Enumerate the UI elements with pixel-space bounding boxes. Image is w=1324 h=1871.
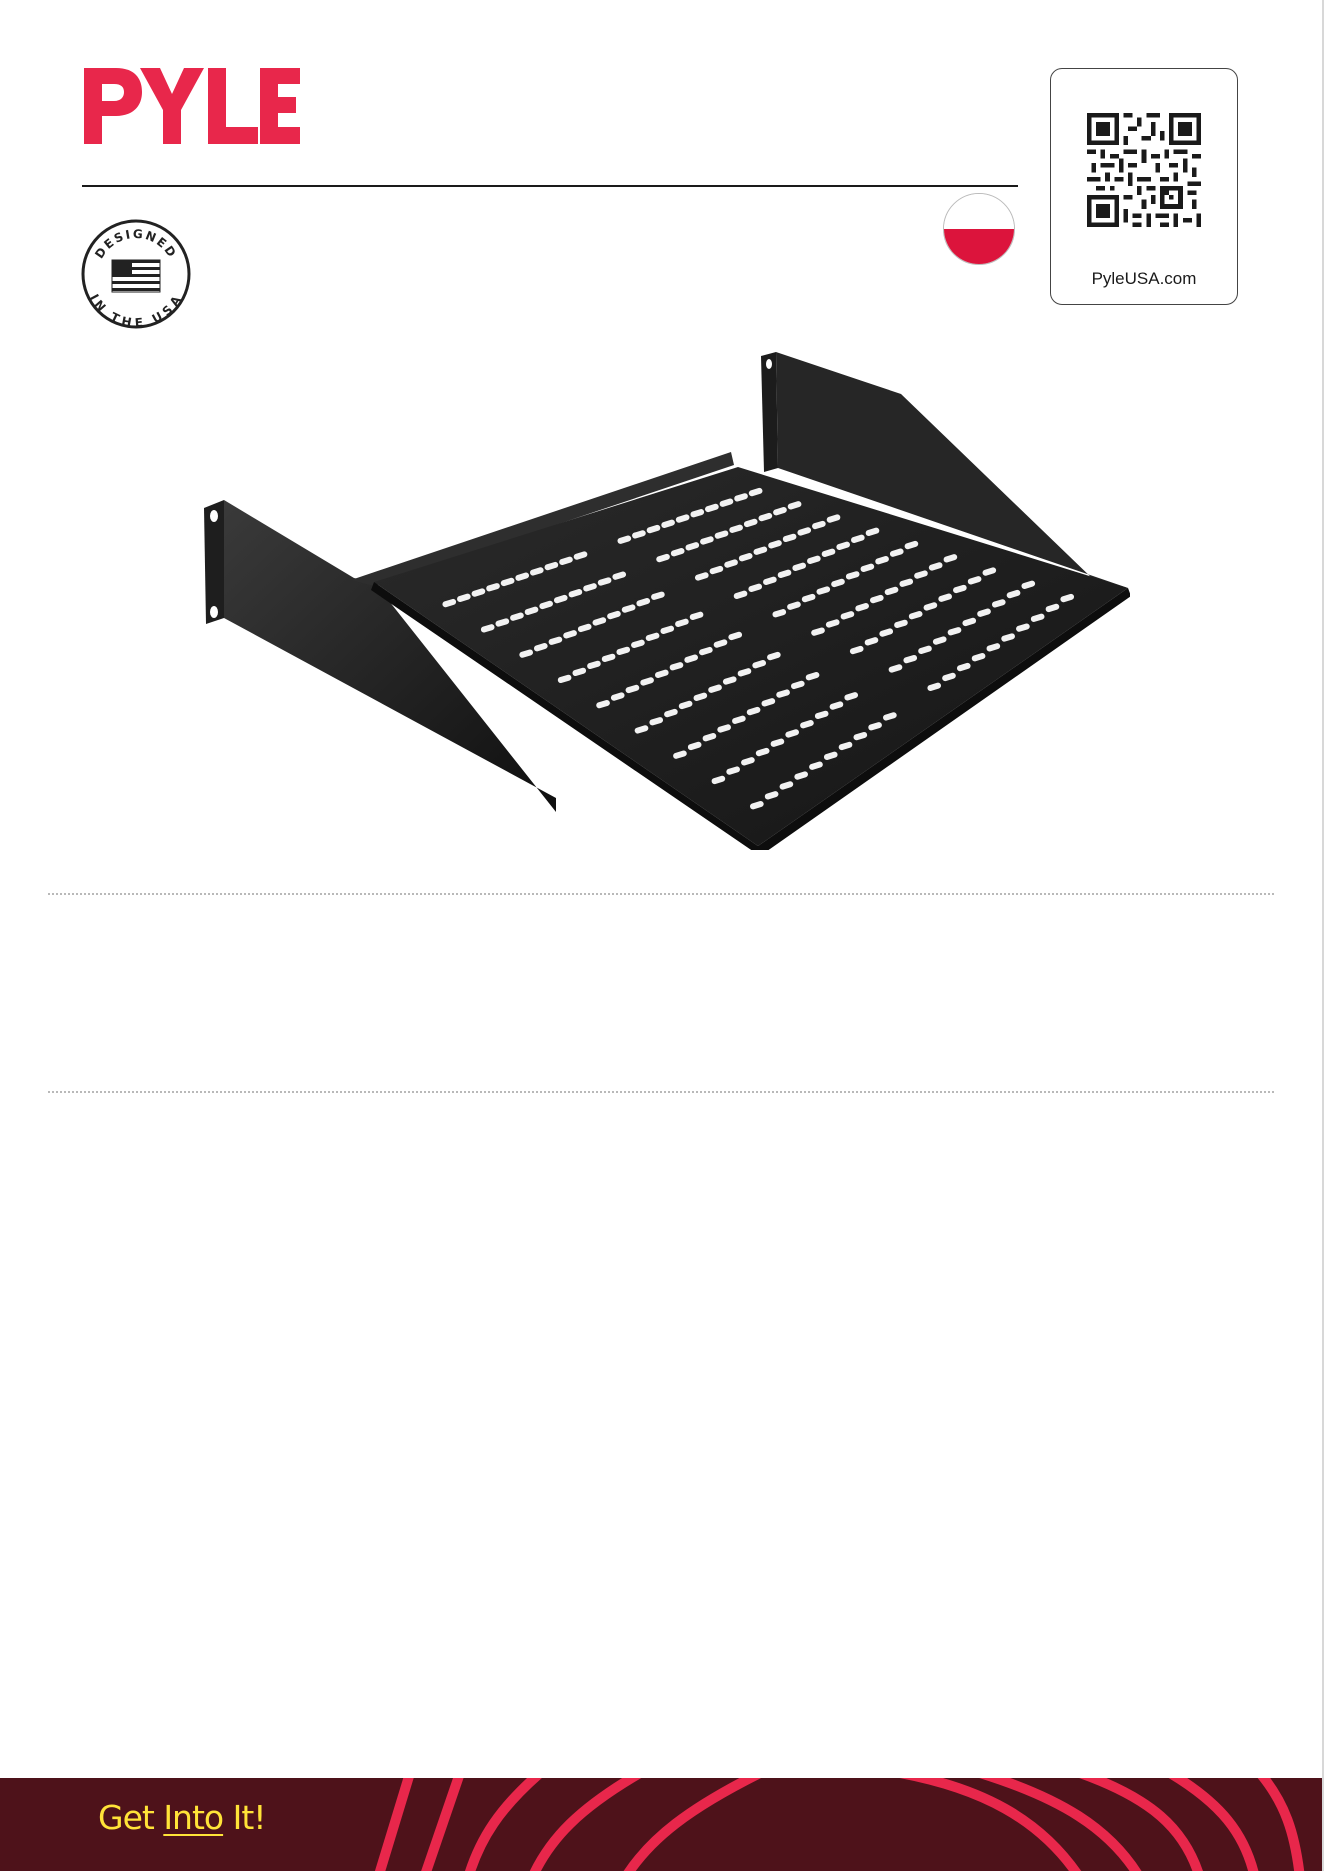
website-url[interactable]: PyleUSA.com [1051,269,1237,289]
pyle-logo [82,64,302,148]
footer-tagline: Get Into It! [98,1798,267,1837]
section-divider [48,1091,1274,1093]
qr-card[interactable]: PyleUSA.com [1050,68,1238,305]
us-flag-icon [111,259,161,293]
qr-code-icon [1087,113,1201,227]
tagline-part: It! [223,1798,267,1837]
footer-banner: Get Into It! [0,1778,1322,1871]
tagline-part: Get [98,1798,164,1837]
rack-shelf-image [196,350,1131,856]
poland-flag-icon [943,193,1015,265]
tagline-underlined: Into [163,1798,224,1837]
section-divider [48,893,1274,895]
header-rule [82,185,1018,187]
designed-in-usa-badge: DESIGNED IN THE USA [80,218,192,330]
